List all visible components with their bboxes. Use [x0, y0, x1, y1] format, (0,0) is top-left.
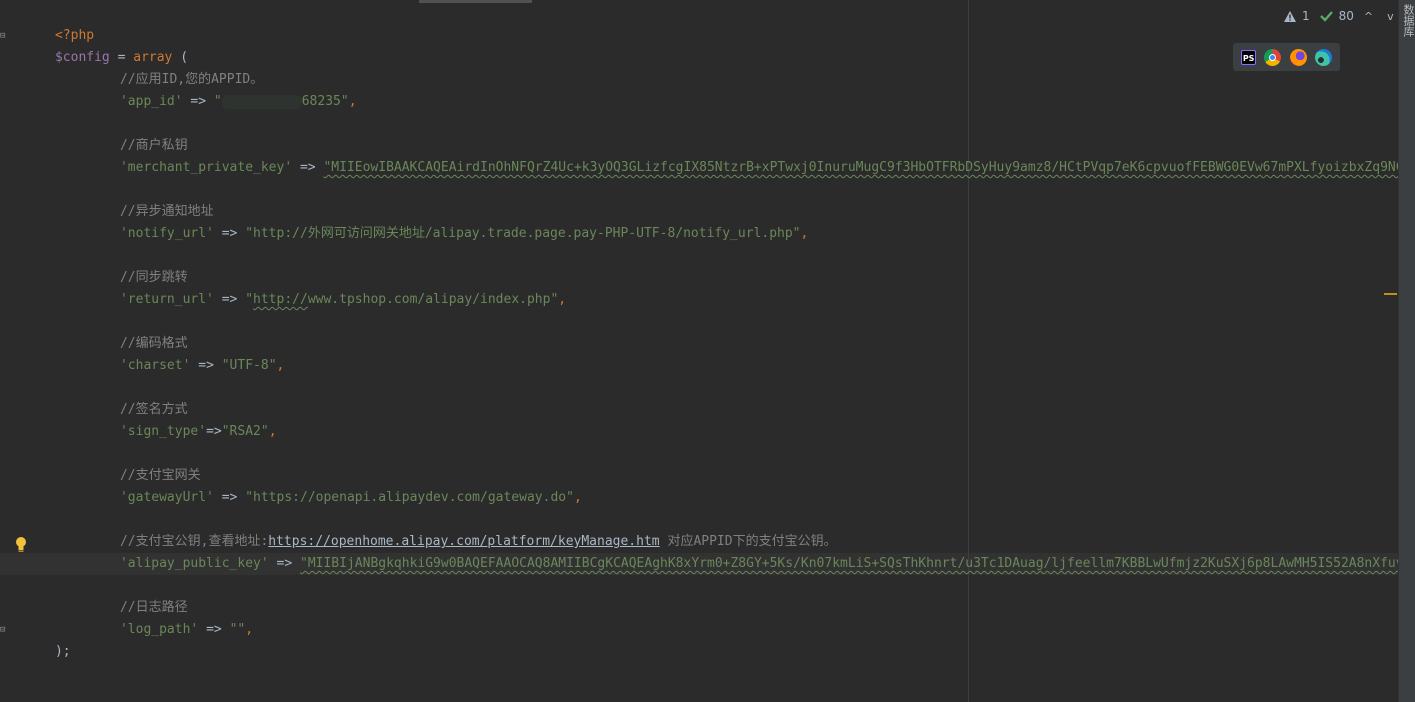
- warning-count: 1: [1302, 9, 1310, 23]
- return-url-scheme: http://: [253, 292, 308, 307]
- code-line[interactable]: //支付宝公钥,查看地址:https://openhome.alipay.com…: [8, 509, 837, 549]
- code-line[interactable]: //支付宝网关: [8, 443, 201, 483]
- lightbulb-icon[interactable]: [14, 536, 28, 554]
- browser-popup[interactable]: PS: [1233, 43, 1340, 71]
- code-line[interactable]: <?php: [8, 3, 94, 43]
- value-log-path: "": [229, 622, 246, 637]
- previous-highlight-icon[interactable]: ^: [1360, 10, 1377, 23]
- comma: ,: [348, 94, 357, 109]
- value-gateway-url: "https://openapi.alipaydev.com/gateway.d…: [245, 490, 574, 505]
- value-charset: "UTF-8": [221, 358, 277, 373]
- database-tab[interactable]: 数据库: [1400, 4, 1415, 37]
- code-line[interactable]: 'app_id' => " 68235",: [8, 69, 357, 109]
- value-alipay-public-key: "MIIBIjANBgkqhkiG9w0BAQEFAAOCAQ8AMIIBCgK…: [300, 556, 1398, 571]
- right-margin-guide: [968, 0, 969, 702]
- arrow-operator: =>: [206, 424, 222, 439]
- arrow-operator: =>: [268, 556, 300, 571]
- app-id-quote: ": [213, 94, 222, 109]
- code-line[interactable]: //同步跳转: [8, 245, 188, 285]
- app-id-value: 68235": [301, 94, 349, 109]
- warning-triangle-icon: [1284, 10, 1296, 22]
- code-line[interactable]: 'gatewayUrl' => "https://openapi.alipayd…: [8, 465, 582, 505]
- code-line[interactable]: 'charset' => "UTF-8",: [8, 333, 284, 373]
- code-line[interactable]: 'return_url' => "http://www.tpshop.com/a…: [8, 267, 566, 307]
- comma: ,: [245, 622, 254, 637]
- error-stripe-marker[interactable]: [1384, 293, 1397, 295]
- comma: ,: [573, 490, 582, 505]
- return-url-rest: www.tpshop.com/alipay/index.php": [307, 292, 559, 307]
- arrow-operator: =>: [190, 358, 222, 373]
- key-alipay-public-key: 'alipay_public_key': [119, 556, 269, 571]
- value-sign-type: "RSA2": [221, 424, 269, 439]
- value-merchant-private-key: "MIIEowIBAAKCAQEAirdInOhNFQrZ4Uc+k3yOQ3G…: [323, 160, 1398, 175]
- code-line[interactable]: //商户私钥: [8, 113, 188, 153]
- key-charset: 'charset': [119, 358, 191, 373]
- key-return-url: 'return_url': [119, 292, 214, 307]
- key-notify-url: 'notify_url': [119, 226, 214, 241]
- code-line[interactable]: //异步通知地址: [8, 179, 214, 219]
- chrome-icon[interactable]: [1264, 48, 1282, 66]
- comma: ,: [800, 226, 809, 241]
- code-line[interactable]: //编码格式: [8, 311, 188, 351]
- inspection-widget[interactable]: 1 80 ^ v: [1284, 6, 1398, 26]
- code-line[interactable]: 'log_path' => "",: [8, 597, 253, 637]
- key-sign-type: 'sign_type': [119, 424, 207, 439]
- fold-start-icon[interactable]: ⊟: [0, 25, 7, 47]
- right-tool-sidebar: 数据库: [1398, 0, 1415, 702]
- close-paren: );: [54, 644, 71, 659]
- code-line[interactable]: $config = array (: [8, 25, 188, 65]
- arrow-operator: =>: [213, 292, 246, 307]
- key-app-id: 'app_id': [119, 94, 183, 109]
- code-line[interactable]: 'notify_url' => "http://外网可访问网关地址/alipay…: [8, 201, 808, 241]
- comma: ,: [276, 358, 285, 373]
- code-line[interactable]: 'alipay_public_key' => "MIIBIjANBgkqhkiG…: [8, 531, 1398, 571]
- passed-count: 80: [1338, 9, 1354, 23]
- code-line[interactable]: //签名方式: [8, 377, 188, 417]
- comma: ,: [558, 292, 567, 307]
- arrow-operator: =>: [213, 490, 246, 505]
- return-url-quote: ": [245, 292, 254, 307]
- check-icon: [1319, 10, 1333, 22]
- comma: ,: [268, 424, 277, 439]
- arrow-operator: =>: [198, 622, 230, 637]
- code-editor[interactable]: <?php $config = array ( //应用ID,您的APPID。 …: [0, 0, 1398, 702]
- code-line[interactable]: 'merchant_private_key' => "MIIEowIBAAKCA…: [8, 135, 1398, 175]
- code-line[interactable]: //应用ID,您的APPID。: [8, 47, 263, 87]
- edge-icon[interactable]: [1314, 48, 1332, 66]
- code-line[interactable]: 'sign_type'=>"RSA2",: [8, 399, 277, 439]
- key-merchant-private-key: 'merchant_private_key': [119, 160, 293, 175]
- arrow-operator: =>: [213, 226, 246, 241]
- value-notify-url: "http://外网可访问网关地址/alipay.trade.page.pay-…: [245, 226, 801, 241]
- code-line[interactable]: //日志路径: [8, 575, 188, 615]
- key-log-path: 'log_path': [119, 622, 199, 637]
- arrow-operator: =>: [182, 94, 214, 109]
- firefox-icon[interactable]: [1289, 48, 1307, 66]
- code-line[interactable]: );: [8, 619, 71, 659]
- arrow-operator: =>: [292, 160, 324, 175]
- redacted-block: [221, 94, 302, 109]
- horizontal-scrollbar-thumb[interactable]: [419, 0, 532, 3]
- next-highlight-icon[interactable]: v: [1383, 10, 1398, 23]
- phpstorm-icon[interactable]: PS: [1241, 49, 1257, 65]
- fold-end-icon[interactable]: ⊟: [0, 619, 7, 641]
- key-gateway-url: 'gatewayUrl': [119, 490, 214, 505]
